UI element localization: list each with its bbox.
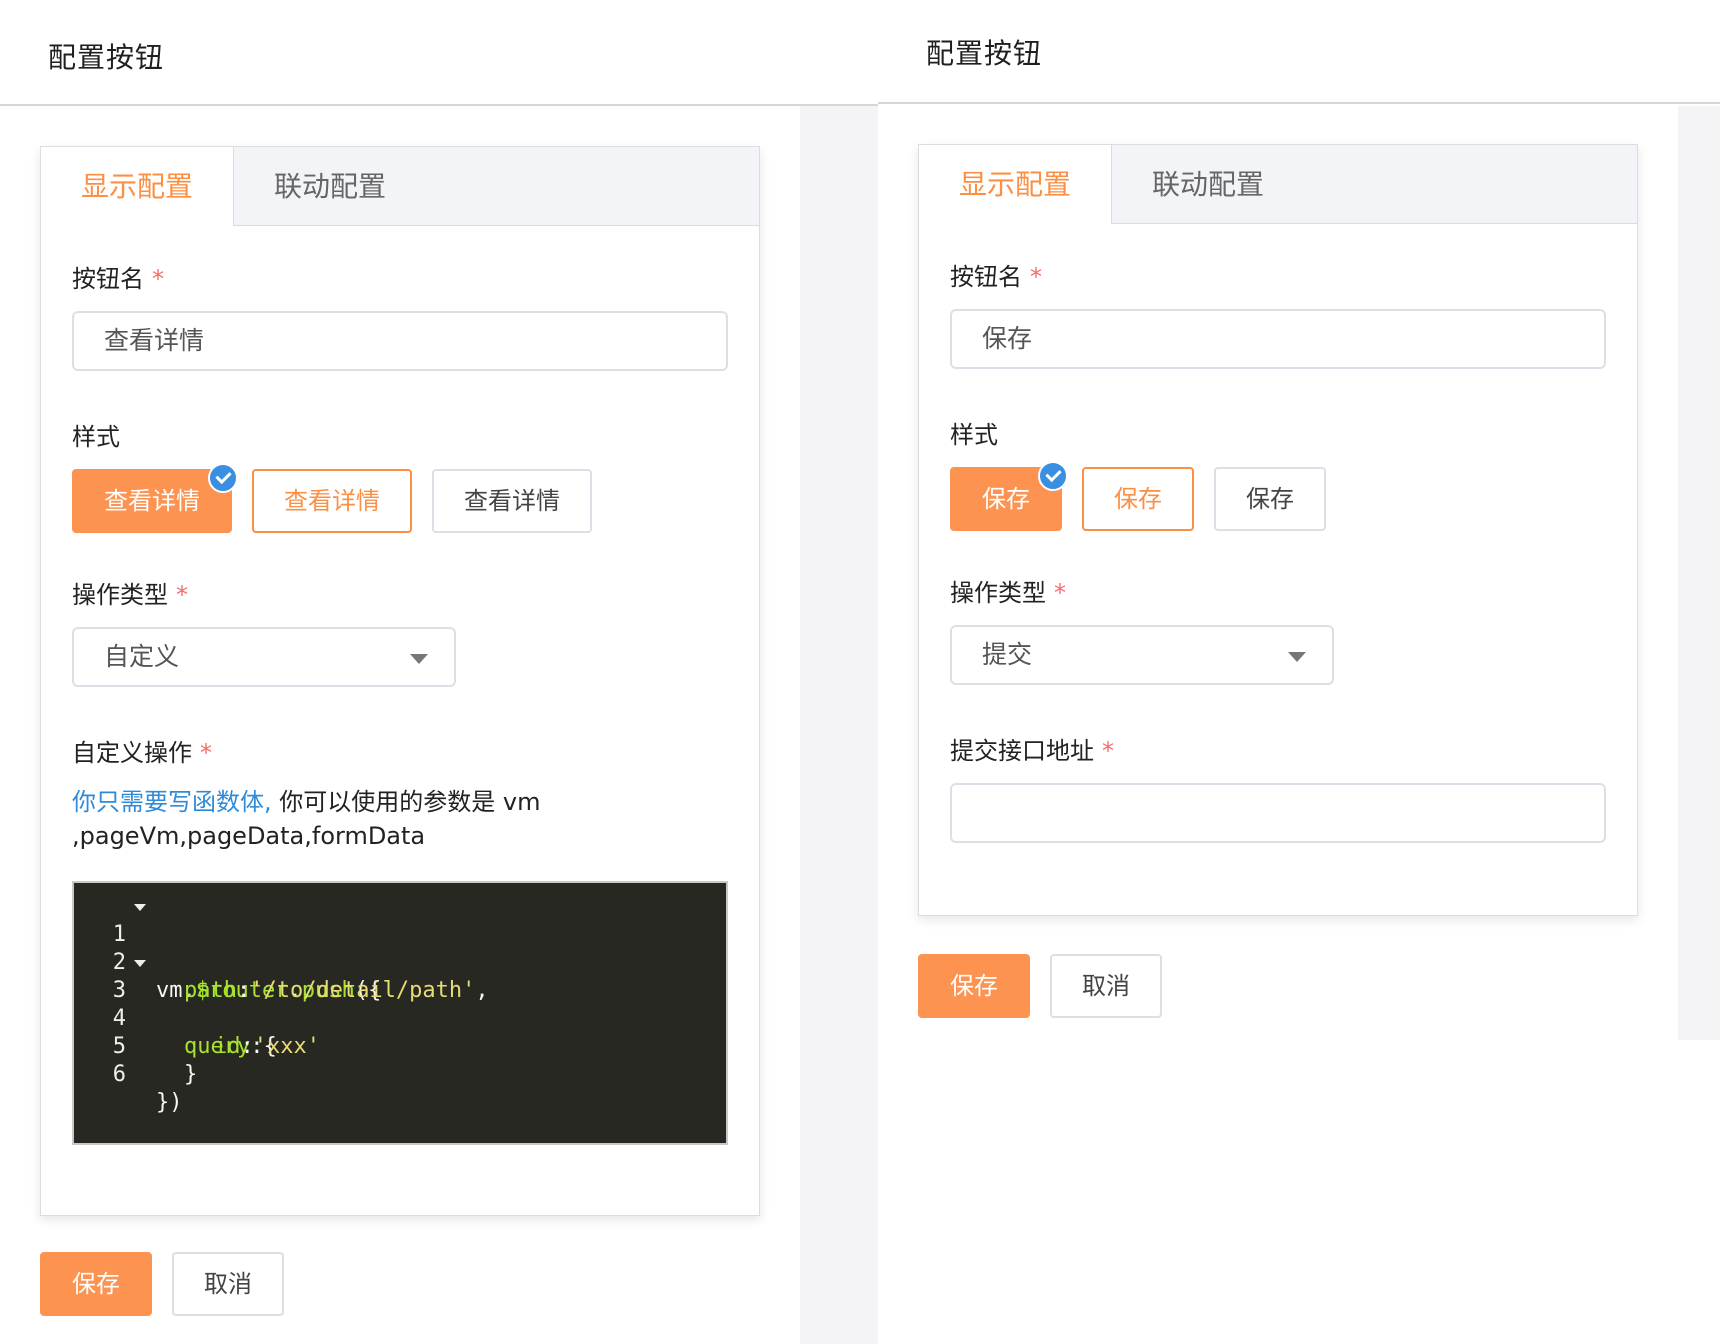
config-card: 显示配置 联动配置 按钮名 * 查看详情 样式 查看详情 查看详情 查看详情 操作… [40,146,760,1216]
submit-url-label-text: 提交接口地址 [950,737,1094,765]
custom-operation-label-text: 自定义操作 [72,739,192,767]
style-option-label: 查看详情 [104,487,200,515]
required-mark: * [200,739,212,767]
required-mark: * [1054,579,1066,607]
button-name-label: 按钮名 * [72,259,164,294]
code-text: } [184,1062,198,1087]
button-name-label-text: 按钮名 [950,263,1022,291]
check-icon [208,463,238,493]
style-option-outline[interactable]: 保存 [1082,467,1194,531]
submit-url-input[interactable] [950,783,1606,843]
operation-type-label-text: 操作类型 [950,579,1046,607]
required-mark: * [1030,263,1042,291]
page-title: 配置按钮 [48,41,165,74]
save-button[interactable]: 保存 [918,954,1030,1018]
style-label: 样式 [950,421,998,449]
button-name-input[interactable]: 查看详情 [72,311,728,371]
style-option-plain[interactable]: 保存 [1214,467,1326,531]
fold-arrow-icon[interactable] [134,960,146,967]
code-line: 5 } [74,1005,726,1087]
code-text: }) [156,1090,183,1115]
chevron-down-icon [410,654,428,664]
code-editor[interactable]: 1 vm.$router.push({ 2 path:'/to/detail/p… [72,881,728,1145]
style-option-filled[interactable]: 保存 [950,461,1068,531]
code-line: 3 query:{ [74,949,726,1059]
code-line: 6 }) [74,1033,726,1115]
background-gutter [800,106,878,1344]
submit-url-label: 提交接口地址 * [950,731,1114,766]
code-line: 2 path:'/to/detail/path', [74,921,726,1003]
operation-type-select[interactable]: 自定义 [72,627,456,687]
tab-display-config[interactable]: 显示配置 [919,145,1112,224]
cancel-button[interactable]: 取消 [1050,954,1162,1018]
operation-type-select[interactable]: 提交 [950,625,1334,685]
tab-display-config[interactable]: 显示配置 [41,147,234,226]
button-name-input[interactable]: 保存 [950,309,1606,369]
style-option-label: 保存 [982,485,1030,513]
background-gutter [1678,106,1720,1040]
fold-arrow-icon[interactable] [134,904,146,911]
custom-operation-label: 自定义操作 * [72,733,212,768]
operation-type-label: 操作类型 * [950,573,1066,608]
required-mark: * [1102,737,1114,765]
save-button[interactable]: 保存 [40,1252,152,1316]
required-mark: * [152,265,164,293]
required-mark: * [176,581,188,609]
hint-link: 你只需要写函数体, [72,788,272,816]
style-option-outline[interactable]: 查看详情 [252,469,412,533]
tab-bar: 显示配置 联动配置 [41,147,759,226]
tab-linkage-config[interactable]: 联动配置 [1112,145,1304,224]
page-header: 配置按钮 [0,4,878,106]
code-line: 1 vm.$router.push({ [74,893,726,1003]
check-icon [1038,461,1068,491]
cancel-button[interactable]: 取消 [172,1252,284,1316]
operation-type-label-text: 操作类型 [72,581,168,609]
style-option-plain[interactable]: 查看详情 [432,469,592,533]
style-label: 样式 [72,423,120,451]
tab-linkage-config[interactable]: 联动配置 [234,147,426,226]
page-title: 配置按钮 [926,37,1043,70]
config-card: 显示配置 联动配置 按钮名 * 保存 样式 保存 保存 保存 操作类型 * 提交 提… [918,144,1638,916]
chevron-down-icon [1288,652,1306,662]
operation-type-value: 提交 [982,640,1033,669]
custom-operation-hint: 你只需要写函数体, 你可以使用的参数是 vm ,pageVm,pageData,… [72,785,632,853]
button-name-label: 按钮名 * [950,257,1042,292]
page-header: 配置按钮 [878,2,1720,104]
operation-type-value: 自定义 [104,642,180,671]
line-number: 6 [112,1062,126,1087]
left-panel: 配置按钮 显示配置 联动配置 按钮名 * 查看详情 样式 查看详情 查看详情 查看… [0,0,878,1344]
right-panel: 配置按钮 显示配置 联动配置 按钮名 * 保存 样式 保存 保存 保存 操作类型 *… [878,0,1720,1344]
button-name-label-text: 按钮名 [72,265,144,293]
operation-type-label: 操作类型 * [72,575,188,610]
code-line: 4 id:'xxx' [74,977,726,1059]
tab-bar: 显示配置 联动配置 [919,145,1637,224]
style-option-filled[interactable]: 查看详情 [72,463,238,533]
